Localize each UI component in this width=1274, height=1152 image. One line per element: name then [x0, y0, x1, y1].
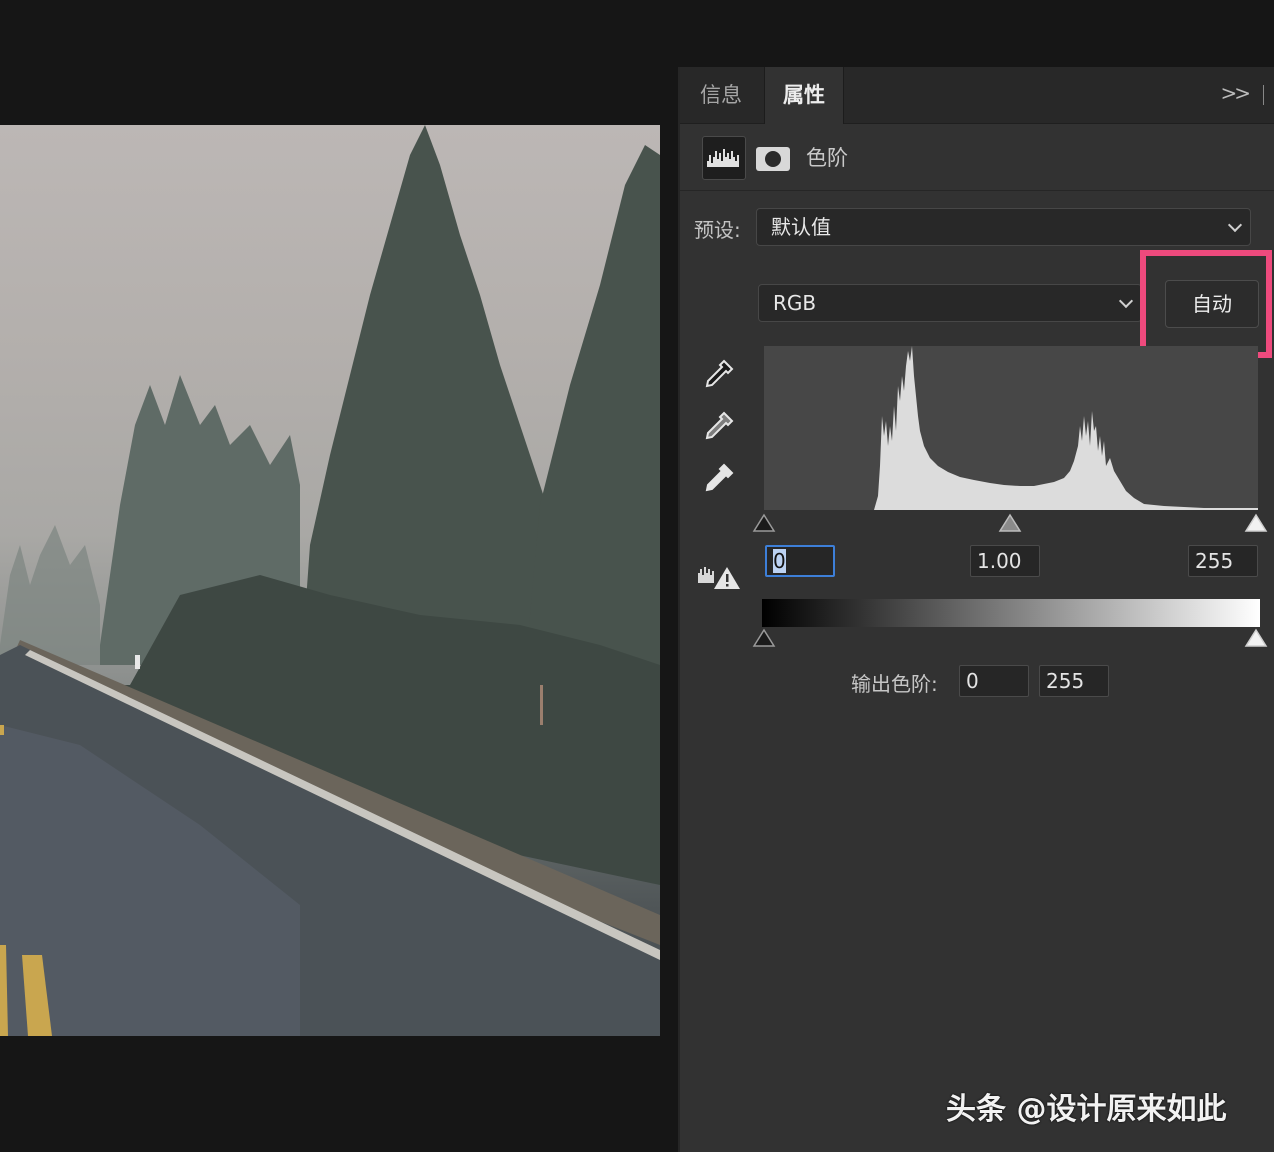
output-white-slider-handle[interactable]: [1244, 628, 1268, 648]
clipping-warning-icon[interactable]: [696, 563, 742, 591]
preset-dropdown[interactable]: 默认值: [756, 208, 1251, 246]
white-point-eyedropper-icon[interactable]: [702, 461, 736, 495]
adjustment-header: 色阶: [680, 124, 1274, 191]
output-levels-label: 输出色阶:: [851, 672, 938, 696]
input-white-slider-handle[interactable]: [1244, 513, 1268, 533]
document-canvas[interactable]: [0, 0, 678, 1152]
output-levels-gradient: [762, 599, 1260, 627]
gray-point-eyedropper-icon[interactable]: [702, 409, 736, 443]
output-white-field[interactable]: 255: [1039, 665, 1109, 697]
input-black-slider-handle[interactable]: [752, 513, 776, 533]
properties-panel: 信息 属性 >> 色阶 预设: 默认值 RGB 自动 0 1.00 255 输出…: [678, 67, 1274, 1152]
tab-properties[interactable]: 属性: [764, 67, 844, 124]
channel-value: RGB: [773, 291, 817, 315]
foggy-road-photo: [0, 125, 660, 1036]
photo-illustration: [0, 125, 660, 1036]
input-black-value: 0: [773, 549, 786, 573]
channel-dropdown[interactable]: RGB: [758, 284, 1142, 322]
chevron-down-icon: [1227, 217, 1243, 233]
panel-title: 色阶: [806, 146, 848, 170]
input-white-field[interactable]: 255: [1188, 545, 1258, 577]
layer-mask-icon[interactable]: [756, 147, 790, 171]
chevron-down-icon: [1118, 293, 1134, 309]
black-point-eyedropper-icon[interactable]: [702, 357, 736, 391]
input-gamma-field[interactable]: 1.00: [970, 545, 1040, 577]
preset-value: 默认值: [771, 215, 831, 239]
levels-histogram-icon[interactable]: [702, 136, 746, 180]
output-black-slider-handle[interactable]: [752, 628, 776, 648]
levels-histogram: [764, 346, 1258, 510]
output-black-field[interactable]: 0: [959, 665, 1029, 697]
watermark-text: 头条 @设计原来如此: [946, 1092, 1227, 1127]
auto-button[interactable]: 自动: [1165, 280, 1259, 328]
double-chevron-right-icon[interactable]: >>: [1220, 81, 1250, 105]
input-gamma-slider-handle[interactable]: [998, 513, 1022, 533]
histogram-graph: [874, 346, 1258, 510]
tab-bar-divider: [1263, 85, 1264, 105]
input-black-field[interactable]: 0: [765, 545, 835, 577]
preset-label: 预设:: [694, 218, 741, 242]
tab-info[interactable]: 信息: [682, 67, 760, 123]
panel-tab-bar: 信息 属性 >>: [680, 67, 1274, 124]
